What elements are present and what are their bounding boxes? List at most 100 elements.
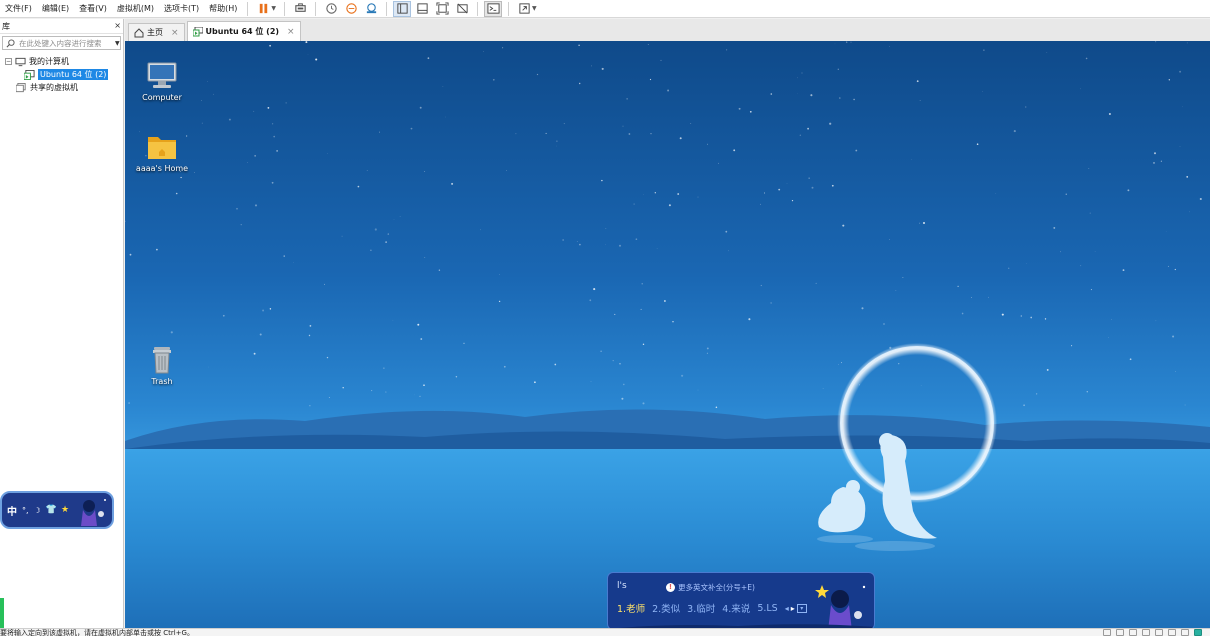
vm-icon [192,26,203,37]
star [738,107,741,110]
shared-vm-icon [16,82,27,93]
star [385,241,387,243]
ime-punct-label[interactable]: °, [22,506,29,515]
console-icon[interactable] [484,0,503,17]
close-icon[interactable]: × [287,27,295,37]
star-icon[interactable]: ★ [61,505,69,515]
message-log-icon[interactable] [1194,629,1202,636]
pause-icon[interactable] [254,1,272,17]
display-icon[interactable] [1181,629,1189,636]
ime-hint[interactable]: ! 更多英文补全(分号+E) [666,582,755,593]
star [1094,251,1096,252]
menu-help[interactable]: 帮助(H) [204,0,242,18]
star [276,150,278,152]
stretch-dropdown-icon[interactable]: ▼ [532,5,537,12]
menu-file[interactable]: 文件(F) [0,0,37,18]
ime-mode-label[interactable]: 中 [7,503,17,518]
revert-snapshot-icon[interactable] [342,1,360,17]
star [846,41,848,43]
star [1111,319,1112,321]
unity-icon[interactable] [453,1,471,17]
menu-tabs[interactable]: 选项卡(T) [159,0,204,18]
star [262,309,265,312]
ime-candidate[interactable]: 1.老师 [617,601,645,615]
tab-ubuntu[interactable]: Ubuntu 64 位 (2) × [186,21,301,41]
stretch-icon[interactable] [515,1,533,17]
send-keys-icon[interactable] [291,1,309,17]
vm-icon [24,69,35,80]
printer-icon[interactable] [1168,629,1176,636]
vm-display[interactable]: Computer aaaa's Home Trash l's ! 更多英文补全(… [125,41,1210,628]
thumbnail-bar-icon[interactable] [413,1,431,17]
skin-icon[interactable]: 👕 [46,505,57,515]
ime-candidate[interactable]: 2.类似 [652,601,680,615]
close-icon[interactable]: × [114,21,121,31]
star [170,331,173,334]
ime-candidate[interactable]: 4.来说 [722,601,750,615]
star [1155,320,1157,322]
star [269,44,271,47]
manage-snapshots-icon[interactable] [362,1,380,17]
star [579,243,581,246]
library-search[interactable]: ▼ [2,36,121,50]
chevron-down-icon[interactable]: ▼ [115,40,120,47]
star [601,67,604,70]
star [842,224,845,227]
star [618,244,622,247]
prev-page-icon[interactable]: ◂ [785,604,789,613]
star [654,192,656,194]
network-icon[interactable] [1129,629,1137,636]
next-page-icon[interactable]: ▸ [791,604,795,613]
library-title: 库 [2,21,10,31]
star [357,185,360,188]
desktop-icon-home[interactable]: aaaa's Home [132,132,192,173]
star [1154,152,1156,155]
hard-disk-icon[interactable] [1103,629,1111,636]
star [253,352,256,355]
desktop-icon-trash[interactable]: Trash [132,345,192,386]
star [562,239,564,241]
desktop-icon-computer[interactable]: Computer [132,61,192,102]
menu-view[interactable]: 查看(V) [74,0,112,18]
star [883,323,885,325]
ime-candidate-window[interactable]: l's ! 更多英文补全(分号+E) 1.老师 2.类似 3.临时 4.来说 5… [607,572,875,628]
tree-item-label: Ubuntu 64 位 (2) [38,69,109,80]
moon-icon[interactable]: ☽ [34,506,41,515]
star [612,360,614,362]
ime-candidate[interactable]: 5.LS [757,603,777,614]
star [129,253,132,256]
search-input[interactable] [19,38,115,48]
close-icon[interactable]: × [171,28,179,38]
star [988,296,989,298]
usb-icon[interactable] [1142,629,1150,636]
tab-home[interactable]: 主页 × [128,23,185,41]
sound-icon[interactable] [1155,629,1163,636]
snapshot-icon[interactable] [322,1,340,17]
star [1122,269,1125,272]
cd-drive-icon[interactable] [1116,629,1124,636]
fullscreen-icon[interactable] [433,1,451,17]
ime-toolbar[interactable]: 中 °, ☽ 👕 ★ [0,491,114,529]
star [259,333,262,336]
star [808,177,810,179]
tree-item-vm[interactable]: Ubuntu 64 位 (2) [0,68,123,81]
ime-candidate[interactable]: 3.临时 [687,601,715,615]
star [236,207,238,210]
girl-mascot-icon [81,499,107,526]
star [1030,316,1033,319]
collapse-icon[interactable]: − [5,58,12,65]
computer-icon [15,57,26,67]
star [1179,146,1181,147]
menu-edit[interactable]: 编辑(E) [37,0,74,18]
star [385,391,387,393]
tree-item-shared[interactable]: 共享的虚拟机 [0,81,123,94]
star [837,68,839,70]
menu-vm[interactable]: 虚拟机(M) [112,0,159,18]
star [125,220,126,222]
expand-candidates-icon[interactable]: ▾ [796,603,807,613]
star [690,123,692,124]
star [427,57,430,60]
pause-dropdown-icon[interactable]: ▼ [271,5,276,12]
tree-item-my-computer[interactable]: − 我的计算机 [0,55,123,68]
library-view-icon[interactable] [393,0,412,17]
